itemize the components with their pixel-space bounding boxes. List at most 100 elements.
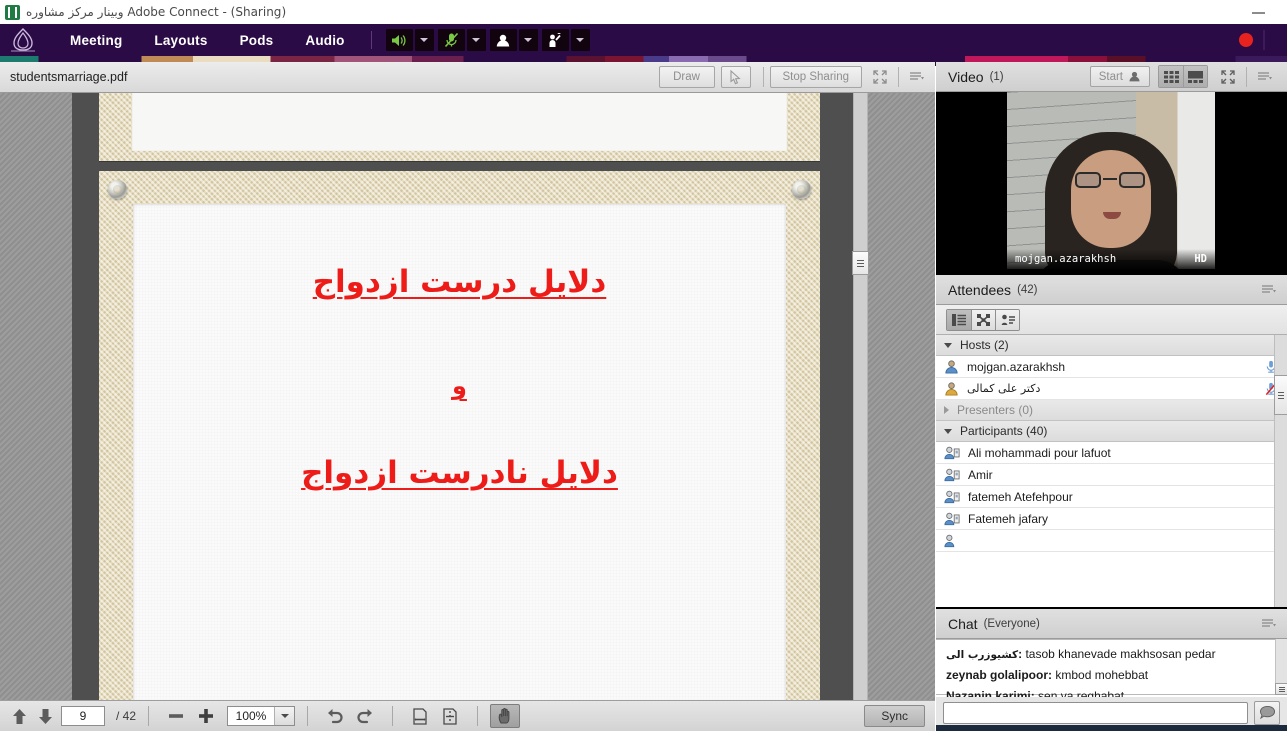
video-pod-menu-button[interactable] [1253,66,1277,88]
chat-input[interactable] [943,702,1248,724]
speaker-dropdown-button[interactable] [415,29,434,51]
slide-screw-icon [792,180,811,199]
pointer-button[interactable] [721,66,751,88]
attendees-pod-menu-button[interactable] [1261,284,1281,296]
share-pod-menu-button[interactable] [905,66,929,88]
start-webcam-button[interactable]: Start [1090,66,1150,87]
attendees-scrollbar-thumb[interactable] [1274,375,1287,415]
menu-meeting[interactable]: Meeting [54,33,138,48]
attendee-row[interactable]: دکتر علی کمالی [936,378,1287,400]
pod-menu-icon [909,71,925,83]
attendee-name: Fatemeh jafary [968,512,1048,526]
attendee-details-button[interactable] [995,310,1019,330]
participant-face [1071,150,1151,248]
speaker-button[interactable] [386,29,413,51]
chat-messages[interactable]: کشیوزرب الی: tasob khanevade makhsosan p… [936,639,1287,695]
participant-glasses-bridge [1103,178,1117,180]
draw-button[interactable]: Draw [659,66,715,88]
start-webcam-label: Start [1099,71,1123,83]
attendee-row[interactable]: Ali mohammadi pour lafuot [936,442,1287,464]
fullscreen-icon [872,69,888,85]
share-scrollbar-thumb[interactable] [852,251,869,275]
grid-view-button[interactable] [1159,66,1183,87]
recording-indicator-icon[interactable] [1239,33,1253,47]
video-stream[interactable]: mojgan.azarakhsh HD [1007,92,1215,269]
menu-layouts[interactable]: Layouts [138,33,223,48]
chevron-down-icon [472,38,480,42]
share-fullscreen-button[interactable] [868,66,892,88]
chat-pod-title: Chat [948,616,978,632]
chevron-right-icon [944,406,949,414]
attendees-scrollbar-track[interactable] [1274,335,1287,607]
attendee-row[interactable]: Amir [936,464,1287,486]
adobe-connect-window: (Sharing) - Adobe Connect وبینار مرکز مش… [0,0,1287,731]
attendee-name: Amir [968,468,993,482]
fit-width-button[interactable] [405,704,435,728]
attendee-row[interactable]: Fatemeh jafary [936,508,1287,530]
fit-page-button[interactable] [435,704,465,728]
page-number-input[interactable]: 9 [61,706,105,726]
video-stage: mojgan.azarakhsh HD [936,92,1287,269]
filmstrip-view-button[interactable] [1183,66,1207,87]
divider [477,706,478,726]
microphone-button[interactable] [438,29,465,51]
attendee-group-presenters[interactable]: Presenters (0) [936,400,1287,421]
sync-button[interactable]: Sync [864,705,925,727]
hand-tool-button[interactable] [490,704,520,728]
attendee-group-hosts[interactable]: Hosts (2) [936,335,1287,356]
list-view-button[interactable] [947,310,971,330]
video-fullscreen-button[interactable] [1216,66,1240,88]
divider [307,706,308,726]
zoom-out-button[interactable] [161,704,191,728]
chat-scrollbar-thumb[interactable] [1275,683,1287,695]
zoom-in-button[interactable] [191,704,221,728]
chat-message: کشیوزرب الی: tasob khanevade makhsosan p… [946,647,1277,661]
zoom-level-select[interactable]: 100% [227,706,295,726]
chevron-down-icon [524,38,532,42]
raise-hand-button[interactable] [542,29,569,51]
divider [392,706,393,726]
chevron-down-icon [944,343,952,348]
attendee-row-partial[interactable] [936,530,1287,552]
minimize-button[interactable] [1252,12,1265,14]
attendees-list[interactable]: Hosts (2) mojgan.azarakhsh [936,335,1287,607]
share-scrollbar-track[interactable] [853,93,868,700]
fit-page-icon [441,707,459,726]
main-menu-bar: Meeting Layouts Pods Audio [0,24,1287,56]
pdf-page-current[interactable]: دلایل درست ازدواج و دلایل نادرست ازدواج [99,171,820,700]
attendee-row[interactable]: fatemeh Atefehpour [936,486,1287,508]
attendee-row[interactable]: mojgan.azarakhsh [936,356,1287,378]
redo-button[interactable] [350,704,380,728]
share-pod-controls: Draw Stop Sharing [659,66,936,88]
webcam-dropdown-button[interactable] [519,29,538,51]
host-avatar-icon [944,359,959,374]
grid-view-icon [1164,71,1179,83]
total-pages-label: / 42 [116,709,136,723]
chat-pod-header: Chat (Everyone) [936,609,1287,639]
previous-page-button[interactable] [6,704,32,728]
undo-button[interactable] [320,704,350,728]
send-message-button[interactable] [1254,701,1280,725]
stop-sharing-button[interactable]: Stop Sharing [770,66,863,88]
attendee-group-participants[interactable]: Participants (40) [936,421,1287,442]
shared-file-name: studentsmarriage.pdf [10,70,127,84]
menu-audio[interactable]: Audio [289,33,360,48]
status-dropdown-button[interactable] [571,29,590,51]
breakout-view-button[interactable] [971,310,995,330]
next-page-button[interactable] [32,704,58,728]
microphone-dropdown-button[interactable] [467,29,486,51]
attendees-pod: Attendees (42) [936,273,1287,605]
video-pod-header: Video (1) Start [936,62,1287,92]
chevron-down-icon [281,714,289,718]
chat-pod-menu-button[interactable] [1261,618,1281,630]
menu-pods[interactable]: Pods [224,33,290,48]
pdf-page-previous-content [132,93,787,151]
zoom-dropdown-button[interactable] [274,707,294,725]
attendee-name: mojgan.azarakhsh [967,360,1065,374]
webcam-button[interactable] [490,29,517,51]
pdf-toolbar: 9 / 42 100% [0,700,935,731]
right-pod-column: Video (1) Start [936,62,1287,731]
chat-scrollbar-track[interactable] [1275,639,1287,695]
pod-menu-icon [1261,284,1277,296]
participant-avatar-icon [944,445,960,460]
